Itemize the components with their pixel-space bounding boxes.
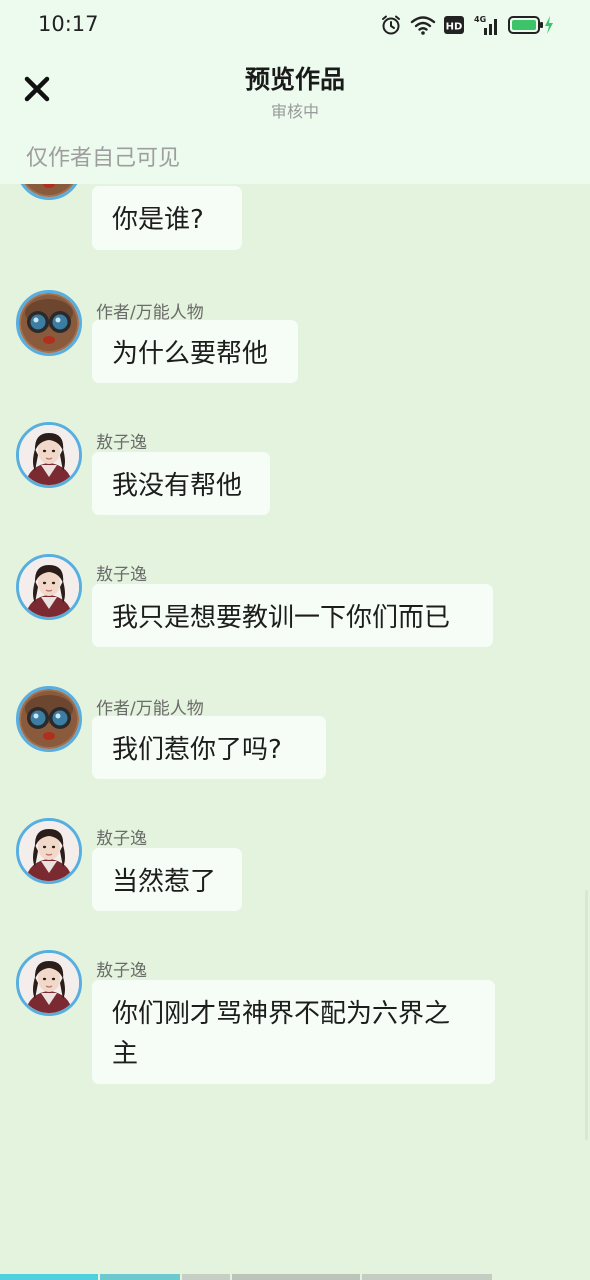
scrollbar[interactable]	[585, 890, 588, 1140]
message-bubble: 我们惹你了吗?	[92, 716, 326, 779]
progress-segment	[232, 1274, 360, 1280]
avatar[interactable]	[16, 818, 82, 884]
speaker-name: 敖子逸	[96, 433, 147, 453]
goggles-character-avatar-icon	[19, 689, 79, 749]
chat-thread[interactable]: 你是谁? 作者/万能人物 为什么要帮他 敖子逸 我没有帮他 敖子逸 我只是想要教…	[0, 184, 590, 1274]
message-text: 为什么要帮他	[112, 339, 269, 369]
goggles-character-avatar-icon	[19, 184, 79, 197]
visibility-note: 仅作者自己可见	[26, 146, 181, 171]
avatar[interactable]	[16, 554, 82, 620]
message-text: 我们惹你了吗?	[112, 735, 282, 765]
message-text: 我没有帮他	[112, 471, 243, 501]
message-text: 你是谁?	[112, 205, 204, 235]
progress-segment	[100, 1274, 180, 1280]
cellular-signal-icon: 4G	[474, 15, 497, 35]
progress-segment	[0, 1274, 98, 1280]
top-bar: 10:17 HD 4G 预览作品 审核中 仅作者自己可见	[0, 0, 590, 184]
message-bubble: 你是谁?	[92, 186, 242, 250]
progress-segment	[182, 1274, 230, 1280]
avatar[interactable]	[16, 290, 82, 356]
avatar[interactable]	[16, 184, 82, 200]
status-icons: HD 4G	[380, 14, 554, 36]
avatar[interactable]	[16, 950, 82, 1016]
young-man-avatar-icon	[19, 425, 79, 485]
page-title: 预览作品	[244, 65, 345, 94]
message-text: 我只是想要教训一下你们而已	[112, 603, 451, 633]
status-time: 10:17	[38, 12, 99, 36]
svg-text:4G: 4G	[474, 15, 486, 24]
message-text: 你们刚才骂神界不配为六界之主	[112, 999, 451, 1069]
young-man-avatar-icon	[19, 821, 79, 881]
battery-charging-icon	[508, 16, 553, 34]
alarm-icon	[382, 15, 400, 35]
goggles-character-avatar-icon	[19, 293, 79, 353]
avatar[interactable]	[16, 686, 82, 752]
young-man-avatar-icon	[19, 557, 79, 617]
wifi-icon	[410, 16, 436, 35]
speaker-name: 敖子逸	[96, 829, 147, 849]
message-bubble: 你们刚才骂神界不配为六界之主	[92, 980, 495, 1084]
avatar[interactable]	[16, 422, 82, 488]
bottom-progress-strip	[0, 1274, 590, 1280]
hd-icon: HD	[444, 16, 464, 34]
svg-text:HD: HD	[446, 22, 463, 33]
review-status: 审核中	[270, 102, 319, 121]
young-man-avatar-icon	[19, 953, 79, 1013]
speaker-name: 敖子逸	[96, 961, 147, 981]
message-bubble: 当然惹了	[92, 848, 242, 911]
message-bubble: 我只是想要教训一下你们而已	[92, 584, 493, 647]
message-text: 当然惹了	[112, 867, 217, 897]
message-bubble: 我没有帮他	[92, 452, 270, 515]
progress-segment	[362, 1274, 492, 1280]
speaker-name: 敖子逸	[96, 565, 147, 585]
message-bubble: 为什么要帮他	[92, 320, 298, 383]
